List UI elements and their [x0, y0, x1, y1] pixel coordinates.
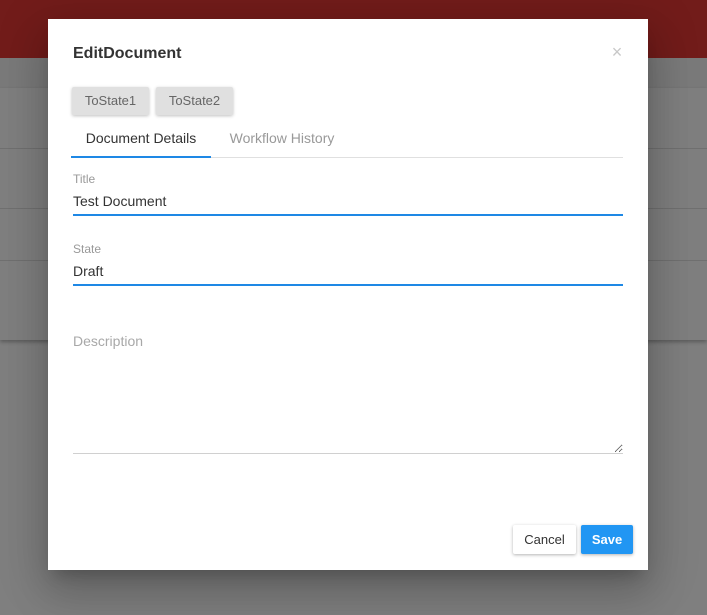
to-state2-button[interactable]: ToState2 [156, 87, 233, 115]
title-field[interactable] [73, 188, 623, 216]
tab-bar: Document Details Workflow History [71, 123, 623, 158]
description-field[interactable] [73, 329, 623, 454]
dialog-title: EditDocument [73, 45, 182, 62]
state-label: State [73, 242, 102, 256]
tab-workflow-history[interactable]: Workflow History [221, 123, 343, 156]
to-state1-button[interactable]: ToState1 [72, 87, 149, 115]
cancel-button[interactable]: Cancel [513, 525, 576, 554]
state-field[interactable] [73, 258, 623, 286]
page: EditDocument × ToState1 ToState2 Documen… [0, 0, 707, 615]
save-button[interactable]: Save [581, 525, 633, 554]
close-icon[interactable]: × [610, 43, 624, 61]
edit-document-dialog: EditDocument × ToState1 ToState2 Documen… [48, 19, 648, 570]
title-label: Title [73, 172, 96, 186]
tab-document-details[interactable]: Document Details [71, 123, 211, 158]
